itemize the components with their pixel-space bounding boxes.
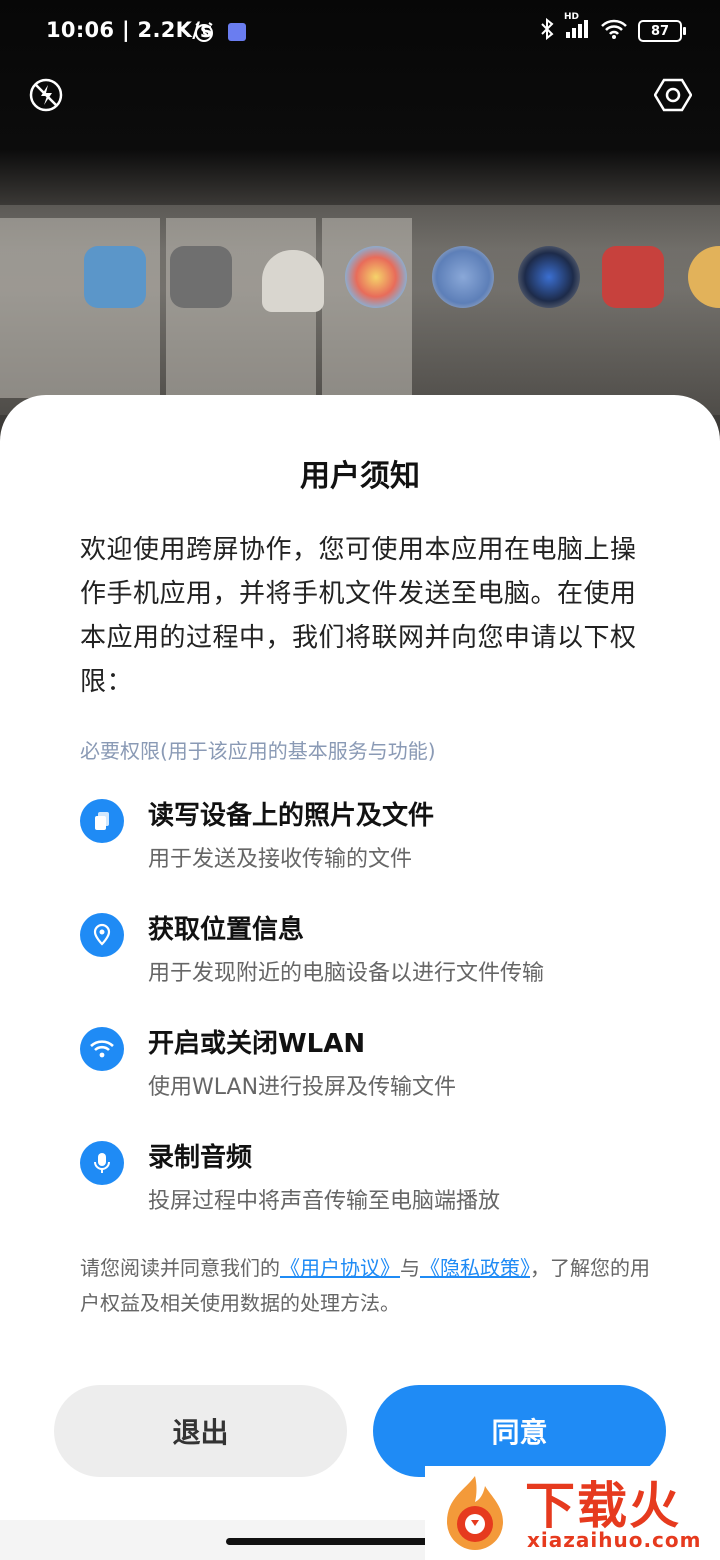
- watermark-domain: xiazaihuo.com: [527, 1528, 702, 1552]
- camera-settings-button[interactable]: [653, 76, 693, 118]
- wifi-status-icon: [600, 18, 628, 44]
- dialog-title: 用户须知: [300, 459, 420, 494]
- video-app-icon: [518, 246, 580, 308]
- permission-desc: 用于发送及接收传输的文件: [148, 847, 413, 872]
- flame-logo-icon: [447, 1476, 503, 1550]
- permission-title: 开启或关闭WLAN: [148, 1029, 366, 1059]
- hexagon-settings-icon: [653, 76, 693, 118]
- permission-item-location: 获取位置信息 用于发现附近的电脑设备以进行文件传输: [80, 909, 660, 999]
- camera-preview: [0, 0, 720, 440]
- permission-desc: 用于发现附近的电脑设备以进行文件传输: [148, 961, 545, 986]
- wifi-icon: [80, 1027, 124, 1071]
- permission-item-wlan: 开启或关闭WLAN 使用WLAN进行投屏及传输文件: [80, 1023, 660, 1113]
- status-bar: 10:06 | 2.2K/s HD 87: [0, 0, 720, 64]
- user-notice-sheet: 用户须知 欢迎使用跨屏协作，您可使用本应用在电脑上操作手机应用，并将手机文件发送…: [0, 395, 720, 1560]
- location-icon: [80, 913, 124, 957]
- notification-icon: [228, 23, 246, 41]
- agree-button[interactable]: 同意: [373, 1385, 666, 1477]
- required-permissions-label: 必要权限(用于该应用的基本服务与功能): [80, 739, 436, 763]
- agreement-and: 与: [400, 1256, 420, 1280]
- privacy-policy-link[interactable]: 《隐私政策》: [420, 1256, 530, 1280]
- exit-button[interactable]: 退出: [54, 1385, 347, 1477]
- photos-app-icon: [345, 246, 407, 308]
- signal-icon: HD: [564, 12, 590, 44]
- alarm-icon: [192, 20, 216, 48]
- battery-indicator: 87: [638, 20, 686, 42]
- battery-level: 87: [650, 23, 670, 39]
- permission-title: 获取位置信息: [148, 915, 305, 945]
- permission-title: 录制音频: [148, 1143, 253, 1173]
- bluetooth-icon: [540, 17, 554, 44]
- permission-item-files: 读写设备上的照片及文件 用于发送及接收传输的文件: [80, 795, 660, 885]
- camera-scene-paper: [322, 218, 412, 398]
- intro-text: 欢迎使用跨屏协作，您可使用本应用在电脑上操作手机应用，并将手机文件发送至电脑。在…: [80, 535, 637, 697]
- watermark: 下载火 xiazaihuo.com: [425, 1466, 720, 1560]
- agreement-prefix: 请您阅读并同意我们的: [80, 1256, 280, 1280]
- mail-app-icon: [602, 246, 664, 308]
- settings-app-icon: [170, 246, 232, 308]
- finder-app-icon: [84, 246, 146, 308]
- permission-desc: 投屏过程中将声音传输至电脑端播放: [148, 1189, 501, 1214]
- status-time: 10:06 | 2.2K/s: [46, 18, 213, 42]
- camera-scene-paper: [0, 218, 160, 398]
- files-icon: [80, 799, 124, 843]
- agreement-notice: 请您阅读并同意我们的《用户协议》与《隐私政策》，了解您的用户权益及相关使用数据的…: [80, 1251, 660, 1321]
- permission-item-audio: 录制音频 投屏过程中将声音传输至电脑端播放: [80, 1137, 660, 1227]
- status-icons: HD 87: [540, 12, 686, 44]
- music-app-icon: [432, 246, 494, 308]
- flash-off-icon: [28, 77, 64, 117]
- user-agreement-link[interactable]: 《用户协议》: [280, 1256, 400, 1280]
- flash-toggle-button[interactable]: [27, 78, 65, 116]
- permission-title: 读写设备上的照片及文件: [148, 801, 435, 831]
- network-label: HD: [564, 12, 580, 22]
- cup-object: [262, 250, 324, 312]
- microphone-icon: [80, 1141, 124, 1185]
- permission-desc: 使用WLAN进行投屏及传输文件: [148, 1075, 457, 1100]
